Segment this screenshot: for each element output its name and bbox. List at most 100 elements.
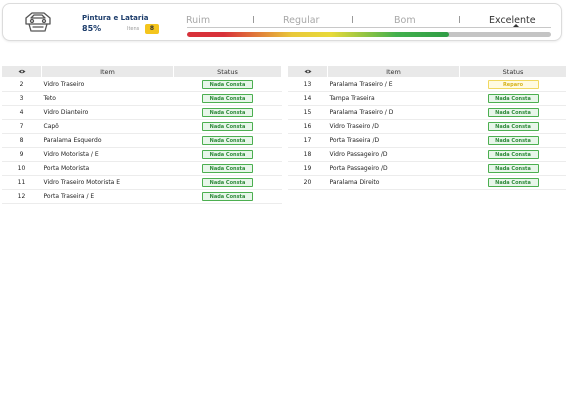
row-item-name: Paralama Esquerdo <box>41 133 174 148</box>
eye-icon <box>304 69 311 73</box>
row-item-name: Porta Traseira /D <box>327 133 460 148</box>
itens-label: Itens <box>127 26 140 32</box>
table-row: 13 Paralama Traseiro / E Reparo <box>287 77 566 92</box>
row-number: 12 <box>1 189 42 204</box>
row-status-cell: Nada Consta <box>173 91 282 106</box>
table-row: 10 Porta Motorista Nada Consta <box>1 161 282 176</box>
row-status-cell: Nada Consta <box>173 77 282 92</box>
row-number: 8 <box>1 133 42 148</box>
scale-baseline <box>187 27 551 28</box>
items-table-right: Item Status 13 Paralama Traseiro / E Repar… <box>287 65 566 190</box>
row-status-cell: Nada Consta <box>173 189 282 204</box>
table-row: 17 Porta Traseira /D Nada Consta <box>287 133 566 148</box>
row-item-name: Paralama Direito <box>327 175 460 190</box>
row-item-name: Vidro Traseiro Motorista E <box>41 175 174 190</box>
table-row: 2 Vidro Traseiro Nada Consta <box>1 77 282 92</box>
row-number: 14 <box>287 91 328 106</box>
status-badge: Nada Consta <box>202 108 253 117</box>
row-status-cell: Nada Consta <box>459 91 566 106</box>
row-status-cell: Nada Consta <box>459 105 566 120</box>
row-number: 19 <box>287 161 328 176</box>
category-title: Pintura e Lataria <box>82 14 149 22</box>
table-row: 16 Vidro Traseiro /D Nada Consta <box>287 119 566 134</box>
row-item-name: Tampa Traseira <box>327 91 460 106</box>
row-item-name: Vidro Dianteiro <box>41 105 174 120</box>
table-row: 14 Tampa Traseira Nada Consta <box>287 91 566 106</box>
row-item-name: Vidro Traseiro <box>41 77 174 92</box>
table-row: 15 Paralama Traseiro / D Nada Consta <box>287 105 566 120</box>
status-badge: Nada Consta <box>487 164 539 173</box>
itens-count-badge: 8 <box>145 24 159 34</box>
category-percent: 85% <box>82 24 102 33</box>
table-row: 19 Porta Passageiro /D Nada Consta <box>287 161 566 176</box>
header-view-column <box>287 65 328 78</box>
status-badge: Nada Consta <box>202 94 253 103</box>
eye-icon <box>18 69 25 73</box>
row-number: 2 <box>1 77 42 92</box>
scale-divider <box>352 16 353 23</box>
row-item-name: Porta Passageiro /D <box>327 161 460 176</box>
car-body-icon <box>25 12 51 32</box>
row-item-name: Paralama Traseiro / E <box>327 77 460 92</box>
row-item-name: Porta Motorista <box>41 161 174 176</box>
row-item-name: Vidro Passageiro /D <box>327 147 460 162</box>
header-status: Status <box>459 65 566 78</box>
row-number: 3 <box>1 91 42 106</box>
row-number: 13 <box>287 77 328 92</box>
row-number: 11 <box>1 175 42 190</box>
row-status-cell: Nada Consta <box>173 147 282 162</box>
row-status-cell: Nada Consta <box>173 175 282 190</box>
row-item-name: Teto <box>41 91 174 106</box>
row-number: 7 <box>1 119 42 134</box>
status-badge: Nada Consta <box>487 136 539 145</box>
row-number: 10 <box>1 161 42 176</box>
rating-progress-fill <box>187 32 450 37</box>
row-item-name: Paralama Traseiro / D <box>327 105 460 120</box>
table-row: 9 Vidro Motorista / E Nada Consta <box>1 147 282 162</box>
header-item: Item <box>41 65 174 78</box>
row-item-name: Porta Traseira / E <box>41 189 174 204</box>
table-row: 20 Paralama Direito Nada Consta <box>287 175 566 190</box>
scale-marker-icon <box>513 24 519 27</box>
table-row: 4 Vidro Dianteiro Nada Consta <box>1 105 282 120</box>
scale-label-regular: Regular <box>283 15 320 26</box>
row-number: 20 <box>287 175 328 190</box>
row-status-cell: Nada Consta <box>459 133 566 148</box>
table-row: 11 Vidro Traseiro Motorista E Nada Consta <box>1 175 282 190</box>
status-badge: Nada Consta <box>487 150 539 159</box>
table-row: 18 Vidro Passageiro /D Nada Consta <box>287 147 566 162</box>
table-row: 3 Teto Nada Consta <box>1 91 282 106</box>
row-status-cell: Nada Consta <box>459 161 566 176</box>
row-item-name: Vidro Traseiro /D <box>327 119 460 134</box>
status-badge: Nada Consta <box>202 122 253 131</box>
scale-divider <box>253 16 254 23</box>
status-badge: Reparo <box>487 80 539 89</box>
scale-label-bom: Bom <box>394 15 416 26</box>
header-view-column <box>1 65 42 78</box>
status-badge: Nada Consta <box>487 178 539 187</box>
row-status-cell: Nada Consta <box>459 147 566 162</box>
row-number: 16 <box>287 119 328 134</box>
row-status-cell: Nada Consta <box>459 175 566 190</box>
row-number: 15 <box>287 105 328 120</box>
row-status-cell: Nada Consta <box>173 133 282 148</box>
row-number: 9 <box>1 147 42 162</box>
status-badge: Nada Consta <box>487 108 539 117</box>
table-row: 7 Capô Nada Consta <box>1 119 282 134</box>
row-status-cell: Reparo <box>459 77 566 92</box>
row-number: 18 <box>287 147 328 162</box>
status-badge: Nada Consta <box>202 150 253 159</box>
row-item-name: Capô <box>41 119 174 134</box>
table-row: 8 Paralama Esquerdo Nada Consta <box>1 133 282 148</box>
status-badge: Nada Consta <box>487 94 539 103</box>
rating-progress-bar <box>187 32 551 37</box>
row-status-cell: Nada Consta <box>173 161 282 176</box>
status-badge: Nada Consta <box>202 192 253 201</box>
category-summary-card: Pintura e Lataria 85% Itens 8 Ruim Regul… <box>2 3 562 41</box>
header-item: Item <box>327 65 460 78</box>
status-badge: Nada Consta <box>202 178 253 187</box>
status-badge: Nada Consta <box>487 122 539 131</box>
status-badge: Nada Consta <box>202 164 253 173</box>
scale-label-ruim: Ruim <box>186 15 211 26</box>
status-badge: Nada Consta <box>202 80 253 89</box>
